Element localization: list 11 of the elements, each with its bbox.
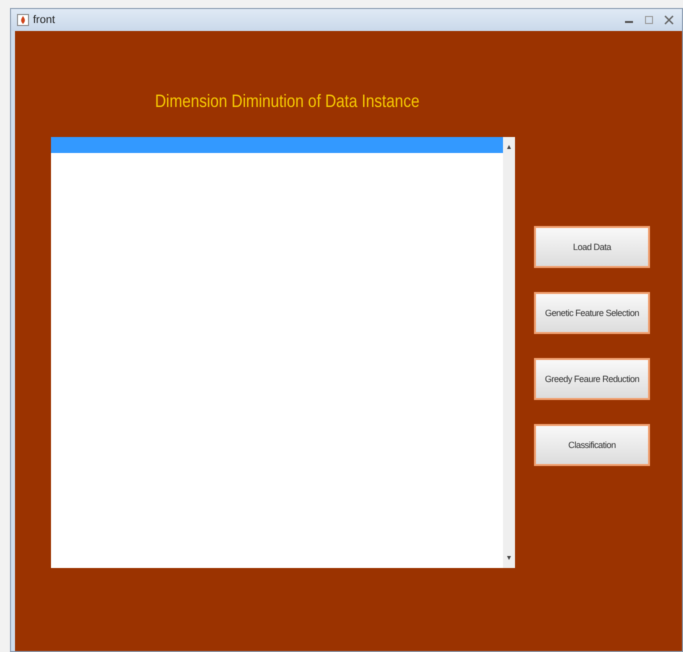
scroll-bar[interactable] — [503, 137, 515, 568]
close-icon[interactable] — [662, 14, 676, 26]
action-button[interactable]: Genetic Feature Selection — [534, 292, 650, 334]
window-title: front — [33, 14, 56, 26]
action-button[interactable]: Classification — [534, 424, 650, 466]
action-button[interactable]: Load Data — [534, 226, 650, 268]
heading: Dimension Diminution of Data Instance — [155, 91, 420, 112]
scroll-up-icon[interactable] — [505, 143, 513, 151]
app-icon — [17, 14, 29, 26]
scroll-down-icon[interactable] — [505, 554, 513, 562]
action-button[interactable]: Greedy Feaure Reduction — [534, 358, 650, 400]
